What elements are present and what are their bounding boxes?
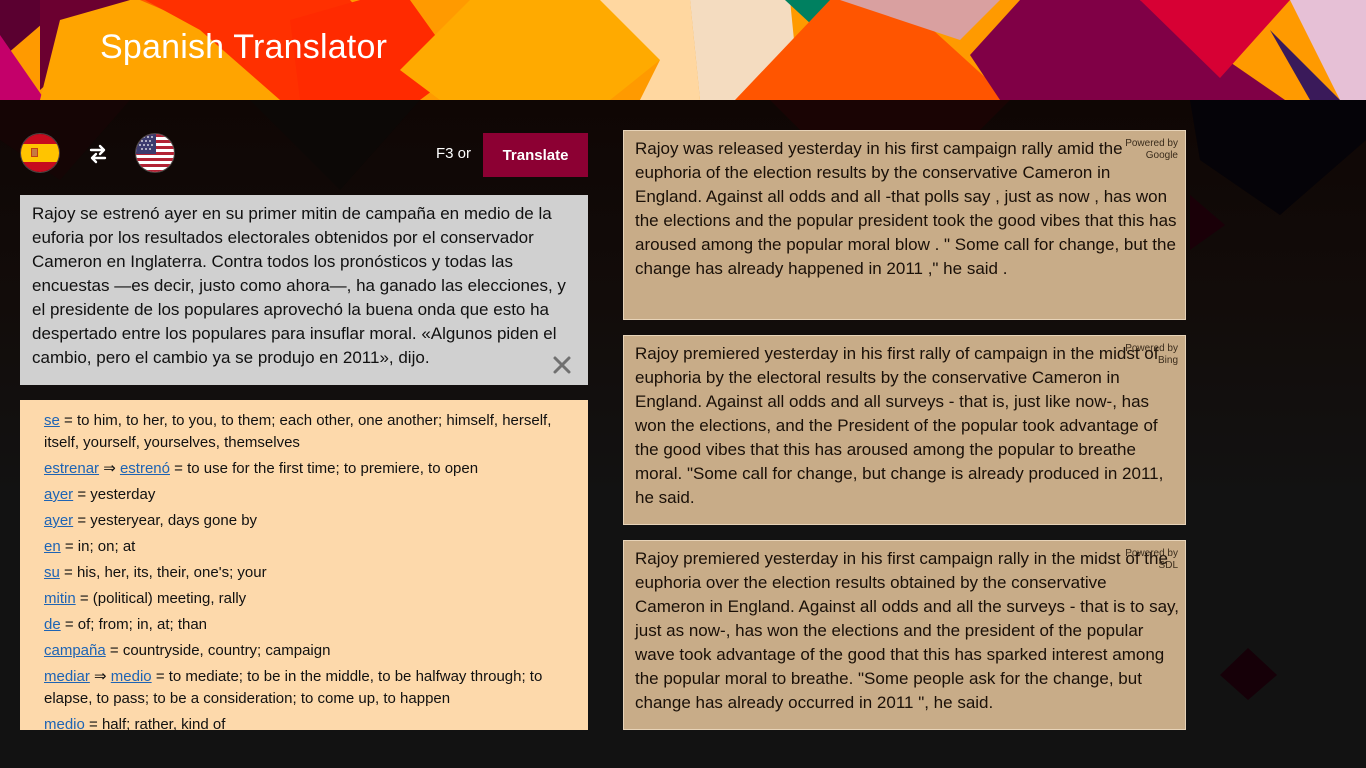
equals-sign: = [64, 564, 73, 581]
translation-text[interactable]: Rajoy premiered yesterday in his first r… [635, 342, 1180, 510]
dictionary-entry: ayer = yesteryear, days gone by [44, 510, 574, 532]
shortcut-hint: F3 or [436, 145, 472, 162]
provider-name: Bing [1157, 355, 1178, 366]
dictionary-panel[interactable]: se = to him, to her, to you, to them; ea… [20, 400, 588, 730]
dictionary-word-link[interactable]: campaña [44, 642, 106, 659]
app-header-banner: Spanish Translator [0, 0, 1366, 100]
dictionary-word-link[interactable]: medio [44, 716, 85, 730]
translate-button[interactable]: Translate [483, 133, 588, 177]
clear-text-button[interactable] [552, 355, 572, 375]
dictionary-entry: medio = half; rather, kind of [44, 714, 574, 730]
dictionary-base-word-link[interactable]: mediar [44, 668, 90, 685]
dictionary-entry: de = of; from; in, at; than [44, 614, 574, 636]
dictionary-word-link[interactable]: se [44, 412, 60, 429]
inflection-arrow-icon: ⇒ [103, 460, 116, 477]
dictionary-definition: of; from; in, at; than [77, 616, 208, 633]
dictionary-definition: yesterday [90, 486, 156, 503]
translation-result-bing[interactable]: Rajoy premiered yesterday in his first r… [623, 335, 1186, 525]
usa-flag-icon [136, 134, 174, 172]
dictionary-entry: campaña = countryside, country; campaign [44, 640, 574, 662]
dictionary-entry: en = in; on; at [44, 536, 574, 558]
dictionary-word-link[interactable]: en [44, 538, 61, 555]
equals-sign: = [77, 486, 87, 503]
translation-result-sdl[interactable]: Rajoy premiered yesterday in his first c… [623, 540, 1186, 730]
dictionary-word-link[interactable]: de [44, 616, 61, 633]
equals-sign: = [155, 668, 165, 685]
dictionary-definition: in; on; at [77, 538, 136, 555]
dictionary-entry: estrenar ⇒ estrenó = to use for the firs… [44, 458, 574, 480]
dictionary-word-link[interactable]: estrenó [120, 460, 170, 477]
dictionary-word-link[interactable]: mitin [44, 590, 76, 607]
target-language-flag-usa[interactable] [136, 134, 174, 172]
close-icon [553, 356, 571, 374]
equals-sign: = [79, 590, 89, 607]
dictionary-word-link[interactable]: su [44, 564, 60, 581]
dictionary-definition: to him, to her, to you, to them; each ot… [44, 412, 552, 451]
equals-sign: = [174, 460, 183, 477]
dictionary-entry: mitin = (political) meeting, rally [44, 588, 574, 610]
source-text-input[interactable]: Rajoy se estrenó ayer en su primer mitin… [20, 195, 588, 385]
provider-name: Google [1145, 150, 1178, 161]
swap-arrows-icon [89, 144, 107, 164]
equals-sign: = [64, 616, 74, 633]
powered-by-prefix: Powered by [1125, 548, 1178, 559]
translation-text[interactable]: Rajoy was released yesterday in his firs… [635, 137, 1180, 281]
powered-by-label: Powered by Bing [1125, 343, 1178, 367]
source-language-flag-spain[interactable] [21, 134, 59, 172]
source-text[interactable]: Rajoy se estrenó ayer en su primer mitin… [32, 202, 580, 370]
inflection-arrow-icon: ⇒ [94, 668, 107, 685]
dictionary-definition: half; rather, kind of [101, 716, 226, 730]
equals-sign: = [77, 512, 87, 529]
powered-by-prefix: Powered by [1125, 138, 1178, 149]
dictionary-entry: se = to him, to her, to you, to them; ea… [44, 410, 574, 454]
dictionary-definition: his, her, its, their, one's; your [76, 564, 267, 581]
dictionary-word-link[interactable]: ayer [44, 512, 73, 529]
app-title: Spanish Translator [100, 28, 388, 66]
dictionary-entry: ayer = yesterday [44, 484, 574, 506]
provider-name: SDL [1158, 560, 1178, 571]
swap-languages-button[interactable] [85, 141, 111, 167]
dictionary-word-link[interactable]: ayer [44, 486, 73, 503]
dictionary-base-word-link[interactable]: estrenar [44, 460, 99, 477]
equals-sign: = [64, 412, 73, 429]
dictionary-definition: (political) meeting, rally [92, 590, 247, 607]
equals-sign: = [64, 538, 74, 555]
powered-by-prefix: Powered by [1125, 343, 1178, 354]
dictionary-list: se = to him, to her, to you, to them; ea… [44, 410, 574, 730]
spain-flag-icon [21, 134, 59, 172]
translation-result-google[interactable]: Rajoy was released yesterday in his firs… [623, 130, 1186, 320]
dictionary-entry: su = his, her, its, their, one's; your [44, 562, 574, 584]
translation-text[interactable]: Rajoy premiered yesterday in his first c… [635, 547, 1180, 715]
equals-sign: = [109, 642, 119, 659]
dictionary-word-link[interactable]: medio [111, 668, 152, 685]
dictionary-entry: mediar ⇒ medio = to mediate; to be in th… [44, 666, 574, 710]
powered-by-label: Powered by SDL [1125, 548, 1178, 572]
dictionary-definition: yesteryear, days gone by [90, 512, 258, 529]
equals-sign: = [89, 716, 98, 730]
powered-by-label: Powered by Google [1125, 138, 1178, 162]
dictionary-definition: countryside, country; campaign [122, 642, 331, 659]
dictionary-definition: to use for the first time; to premiere, … [187, 460, 479, 477]
